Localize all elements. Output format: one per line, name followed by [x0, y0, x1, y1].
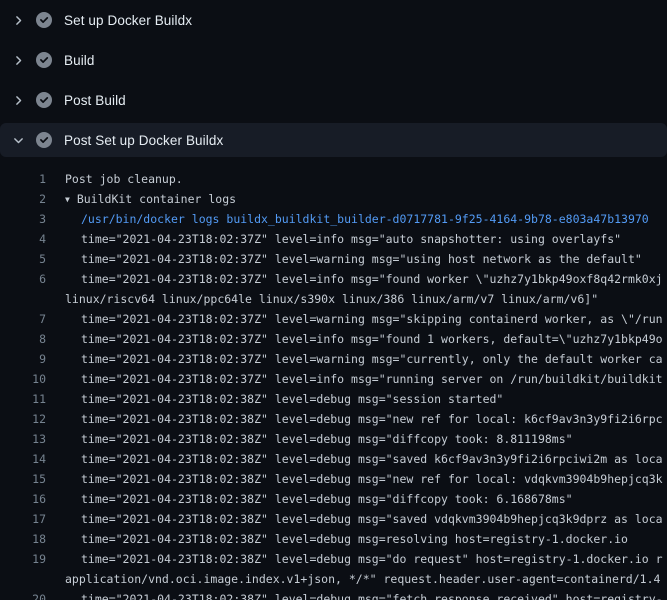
log-text: time="2021-04-23T18:02:37Z" level=warnin… [46, 349, 663, 369]
group-title: BuildKit container logs [77, 192, 236, 206]
log-text: time="2021-04-23T18:02:38Z" level=debug … [46, 469, 663, 489]
log-text: time="2021-04-23T18:02:38Z" level=debug … [46, 589, 663, 600]
log-line: 18 time="2021-04-23T18:02:38Z" level=deb… [0, 529, 667, 549]
log-text: time="2021-04-23T18:02:38Z" level=debug … [46, 529, 628, 549]
log-line: linux/riscv64 linux/ppc64le linux/s390x … [0, 289, 667, 309]
log-line: 12 time="2021-04-23T18:02:38Z" level=deb… [0, 409, 667, 429]
log-line: 13 time="2021-04-23T18:02:38Z" level=deb… [0, 429, 667, 449]
log-text: time="2021-04-23T18:02:37Z" level=info m… [46, 269, 663, 289]
log-text: ▼ BuildKit container logs [46, 189, 236, 209]
line-number[interactable]: 6 [0, 269, 46, 289]
chevron-down-icon[interactable] [10, 132, 26, 148]
log-line: 10 time="2021-04-23T18:02:37Z" level=inf… [0, 369, 667, 389]
log-text: time="2021-04-23T18:02:38Z" level=debug … [46, 409, 663, 429]
log-text: time="2021-04-23T18:02:37Z" level=info m… [46, 229, 621, 249]
line-number[interactable]: 5 [0, 249, 46, 269]
log-text: Post job cleanup. [46, 169, 183, 189]
log-line: 17 time="2021-04-23T18:02:38Z" level=deb… [0, 509, 667, 529]
log-text: time="2021-04-23T18:02:37Z" level=info m… [46, 369, 663, 389]
step-title: Post Set up Docker Buildx [64, 133, 223, 148]
log-line: 6 time="2021-04-23T18:02:37Z" level=info… [0, 269, 667, 289]
log-line: 20 time="2021-04-23T18:02:38Z" level=deb… [0, 589, 667, 600]
check-circle-icon [36, 12, 52, 28]
log-line: 3 /usr/bin/docker logs buildx_buildkit_b… [0, 209, 667, 229]
line-number[interactable]: 10 [0, 369, 46, 389]
line-number[interactable]: 7 [0, 309, 46, 329]
line-number[interactable]: 13 [0, 429, 46, 449]
line-number[interactable]: 3 [0, 209, 46, 229]
log-line: 11 time="2021-04-23T18:02:38Z" level=deb… [0, 389, 667, 409]
log-line: 5 time="2021-04-23T18:02:37Z" level=warn… [0, 249, 667, 269]
log-text: time="2021-04-23T18:02:38Z" level=debug … [46, 489, 573, 509]
line-number[interactable]: 8 [0, 329, 46, 349]
steps-list: Set up Docker Buildx Build [0, 0, 667, 157]
workflow-log-viewer: Set up Docker Buildx Build [0, 0, 667, 600]
line-number[interactable]: 20 [0, 589, 46, 600]
log-line: 1 Post job cleanup. [0, 169, 667, 189]
log-text: time="2021-04-23T18:02:38Z" level=debug … [46, 549, 663, 569]
log-line: 14 time="2021-04-23T18:02:38Z" level=deb… [0, 449, 667, 469]
check-circle-icon [36, 52, 52, 68]
step-section-build[interactable]: Build [0, 40, 667, 80]
log-text: /usr/bin/docker logs buildx_buildkit_bui… [46, 209, 649, 229]
line-number [0, 289, 46, 309]
log-text: time="2021-04-23T18:02:38Z" level=debug … [46, 509, 663, 529]
log-text: time="2021-04-23T18:02:37Z" level=warnin… [46, 309, 663, 329]
step-title: Set up Docker Buildx [64, 13, 192, 28]
log-text: time="2021-04-23T18:02:37Z" level=warnin… [46, 249, 642, 269]
line-number[interactable]: 4 [0, 229, 46, 249]
chevron-right-icon[interactable] [10, 52, 26, 68]
log-text: time="2021-04-23T18:02:38Z" level=debug … [46, 429, 573, 449]
step-title: Build [64, 53, 95, 68]
check-circle-icon [36, 132, 52, 148]
log-text: application/vnd.oci.image.index.v1+json,… [46, 569, 660, 589]
log-text: time="2021-04-23T18:02:38Z" level=debug … [46, 449, 663, 469]
line-number[interactable]: 12 [0, 409, 46, 429]
step-title: Post Build [64, 93, 126, 108]
line-number[interactable]: 18 [0, 529, 46, 549]
check-circle-icon [36, 92, 52, 108]
log-line: 7 time="2021-04-23T18:02:37Z" level=warn… [0, 309, 667, 329]
line-number[interactable]: 19 [0, 549, 46, 569]
line-number[interactable]: 15 [0, 469, 46, 489]
log-line: 15 time="2021-04-23T18:02:38Z" level=deb… [0, 469, 667, 489]
log-line: 4 time="2021-04-23T18:02:37Z" level=info… [0, 229, 667, 249]
line-number[interactable]: 9 [0, 349, 46, 369]
line-number [0, 569, 46, 589]
chevron-right-icon[interactable] [10, 92, 26, 108]
log-line: 2 ▼ BuildKit container logs [0, 189, 667, 209]
line-number[interactable]: 17 [0, 509, 46, 529]
log-line: 9 time="2021-04-23T18:02:37Z" level=warn… [0, 349, 667, 369]
chevron-right-icon[interactable] [10, 12, 26, 28]
log-line: 8 time="2021-04-23T18:02:37Z" level=info… [0, 329, 667, 349]
line-number[interactable]: 2 [0, 189, 46, 209]
collapse-triangle-icon[interactable]: ▼ [65, 190, 70, 209]
log-line: 19 time="2021-04-23T18:02:38Z" level=deb… [0, 549, 667, 569]
line-number[interactable]: 11 [0, 389, 46, 409]
step-section-post-build[interactable]: Post Build [0, 80, 667, 120]
line-number[interactable]: 16 [0, 489, 46, 509]
log-text: time="2021-04-23T18:02:38Z" level=debug … [46, 389, 503, 409]
line-number[interactable]: 1 [0, 169, 46, 189]
log-text: linux/riscv64 linux/ppc64le linux/s390x … [46, 289, 598, 309]
log-text: time="2021-04-23T18:02:37Z" level=info m… [46, 329, 663, 349]
log-lines: 1 Post job cleanup. 2 ▼ BuildKit containe… [0, 160, 667, 600]
log-line: 16 time="2021-04-23T18:02:38Z" level=deb… [0, 489, 667, 509]
line-number[interactable]: 14 [0, 449, 46, 469]
step-section-post-set-up-docker-buildx[interactable]: Post Set up Docker Buildx [0, 123, 667, 157]
step-section-set-up-docker-buildx[interactable]: Set up Docker Buildx [0, 0, 667, 40]
log-line: application/vnd.oci.image.index.v1+json,… [0, 569, 667, 589]
